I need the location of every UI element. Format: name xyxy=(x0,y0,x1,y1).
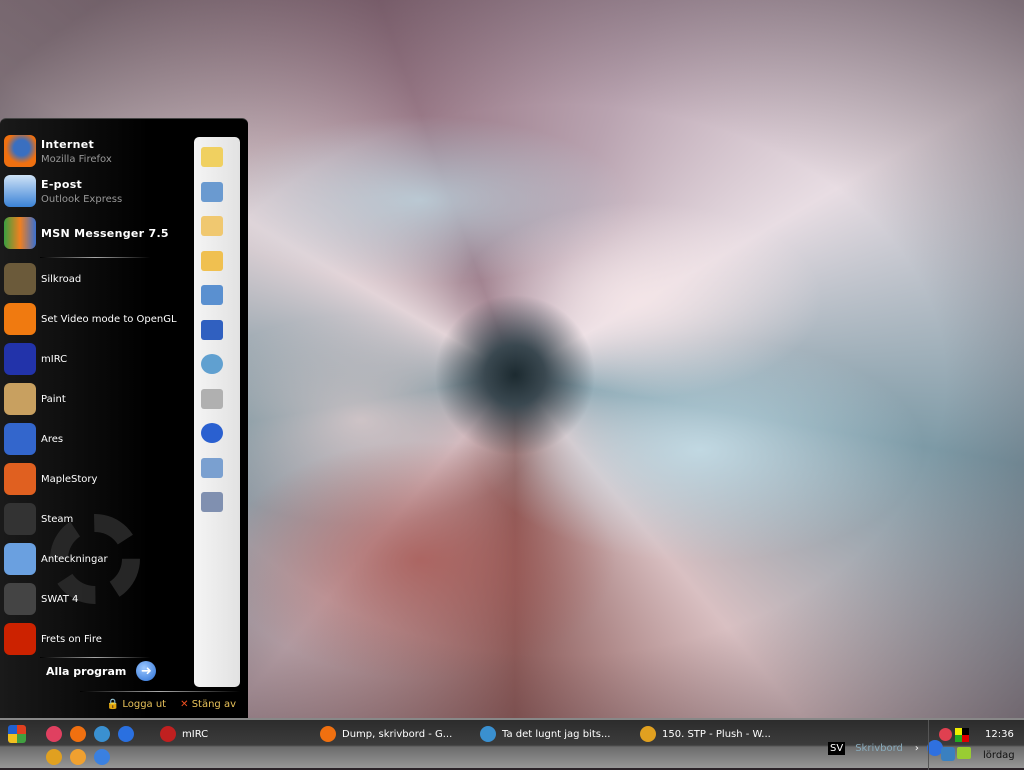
item-title: MSN Messenger 7.5 xyxy=(41,226,169,240)
item-label: Anteckningar xyxy=(41,553,108,565)
my-documents-icon[interactable] xyxy=(201,147,223,167)
places-strip xyxy=(194,137,240,687)
my-computer-icon[interactable] xyxy=(201,285,223,305)
my-pictures-icon[interactable] xyxy=(201,216,223,236)
msn-icon xyxy=(480,726,496,742)
outlook-icon xyxy=(4,175,36,207)
swat-icon xyxy=(4,583,36,615)
windows-logo-icon xyxy=(8,725,26,743)
msn-icon[interactable] xyxy=(94,726,110,742)
shut-down-label: Stäng av xyxy=(191,699,236,710)
recent-documents-icon[interactable] xyxy=(201,181,223,202)
ie-icon[interactable] xyxy=(118,726,134,742)
taskbar-button[interactable]: Dump, skrivbord - G... xyxy=(320,724,452,744)
steam-icon xyxy=(4,503,36,535)
help-icon[interactable] xyxy=(201,423,223,443)
winamp-icon xyxy=(640,726,656,742)
nvidia-icon[interactable] xyxy=(957,747,971,759)
pinned-email[interactable]: E-post Outlook Express xyxy=(4,173,122,209)
arrow-right-icon: ➜ xyxy=(136,661,157,681)
task-label: Dump, skrivbord - G... xyxy=(342,728,453,740)
ares-icon xyxy=(4,423,36,455)
media-player-icon[interactable] xyxy=(70,749,86,765)
silkroad-icon xyxy=(4,263,36,295)
taskbar: mIRC Dump, skrivbord - G... Ta det lugnt j… xyxy=(0,718,1024,770)
all-programs-button[interactable]: Alla program ➜ xyxy=(46,661,157,681)
task-label: Ta det lugnt jag bits... xyxy=(502,728,611,740)
separator xyxy=(40,257,150,258)
control-panel-icon[interactable] xyxy=(201,319,223,340)
separator xyxy=(80,691,240,692)
cs-icon[interactable] xyxy=(46,726,62,742)
network-icon[interactable] xyxy=(201,354,223,374)
shut-down-button[interactable]: ✕ Stäng av xyxy=(180,699,236,710)
log-off-button[interactable]: 🔒 Logga ut xyxy=(107,699,166,710)
separator xyxy=(40,657,150,658)
recent-program-item[interactable]: Paint xyxy=(4,381,66,417)
taskbar-button[interactable]: 150. STP - Plush - W... xyxy=(640,724,771,744)
mirc-icon xyxy=(160,726,176,742)
item-title: E-post xyxy=(41,177,83,191)
recent-program-item[interactable]: Anteckningar xyxy=(4,541,108,577)
winamp-icon[interactable] xyxy=(46,749,62,765)
item-label: MapleStory xyxy=(41,473,98,485)
run-icon[interactable] xyxy=(201,492,223,512)
item-label: Silkroad xyxy=(41,273,82,285)
printers-icon[interactable] xyxy=(201,388,223,409)
recent-program-item[interactable]: mIRC xyxy=(4,341,67,377)
item-label: mIRC xyxy=(41,353,68,365)
item-title: Internet xyxy=(41,137,95,151)
maplestory-icon xyxy=(4,463,36,495)
start-menu: Internet Mozilla Firefox E-post Outlook Ex… xyxy=(0,118,248,718)
tray-app-icon[interactable] xyxy=(939,728,952,741)
day-label: lördag xyxy=(983,750,1015,761)
recent-program-item[interactable]: MapleStory xyxy=(4,461,97,497)
desktop-toolbar[interactable]: SV Skrivbord › xyxy=(828,738,943,758)
task-label: 150. STP - Plush - W... xyxy=(662,728,771,740)
item-subtitle: Mozilla Firefox xyxy=(41,153,112,165)
recent-program-item[interactable]: Ares xyxy=(4,421,63,457)
log-off-label: Logga ut xyxy=(122,699,167,710)
item-label: Frets on Fire xyxy=(41,633,102,645)
clock[interactable]: 12:36 xyxy=(985,729,1014,740)
close-x-icon: ✕ xyxy=(180,699,189,710)
item-label: Ares xyxy=(41,433,64,445)
item-label: SWAT 4 xyxy=(41,593,79,605)
item-label: Paint xyxy=(41,393,66,405)
chevron-right-icon[interactable]: › xyxy=(915,743,919,754)
firefox-icon xyxy=(320,726,336,742)
task-label: mIRC xyxy=(182,728,209,740)
padlock-icon: 🔒 xyxy=(106,699,120,710)
firefox-icon xyxy=(4,135,36,167)
recent-program-item[interactable]: Set Video mode to OpenGL xyxy=(4,301,177,337)
firefox-icon[interactable] xyxy=(70,726,86,742)
tray-color-icon[interactable] xyxy=(955,728,969,742)
vlc-cone-icon xyxy=(4,303,36,335)
recent-program-item[interactable]: SWAT 4 xyxy=(4,581,78,617)
frets-icon xyxy=(4,623,36,655)
taskbar-button[interactable]: Ta det lugnt jag bits... xyxy=(480,724,611,744)
recent-program-item[interactable]: Silkroad xyxy=(4,261,81,297)
search-icon[interactable] xyxy=(201,457,223,478)
item-label: Steam xyxy=(41,513,74,525)
outlook-icon[interactable] xyxy=(94,749,110,765)
notepad-icon xyxy=(4,543,36,575)
pinned-internet[interactable]: Internet Mozilla Firefox xyxy=(4,133,112,169)
pinned-msn[interactable]: MSN Messenger 7.5 xyxy=(4,215,169,251)
taskbar-button[interactable]: mIRC xyxy=(160,724,208,744)
my-music-icon[interactable] xyxy=(201,250,223,271)
network-icon[interactable] xyxy=(941,747,955,761)
recent-program-item[interactable]: Frets on Fire xyxy=(4,621,102,657)
item-label: Set Video mode to OpenGL xyxy=(41,313,177,325)
start-button[interactable] xyxy=(8,724,26,744)
msn-icon xyxy=(4,217,36,249)
system-tray: 12:36 lördag xyxy=(928,720,1024,770)
mirc-icon xyxy=(4,343,36,375)
all-programs-label: Alla program xyxy=(46,664,127,678)
item-subtitle: Outlook Express xyxy=(41,193,123,205)
paint-icon xyxy=(4,383,36,415)
language-indicator[interactable]: SV xyxy=(828,741,846,755)
desktop-toolbar-label: Skrivbord xyxy=(855,742,903,754)
recent-program-item[interactable]: Steam xyxy=(4,501,73,537)
